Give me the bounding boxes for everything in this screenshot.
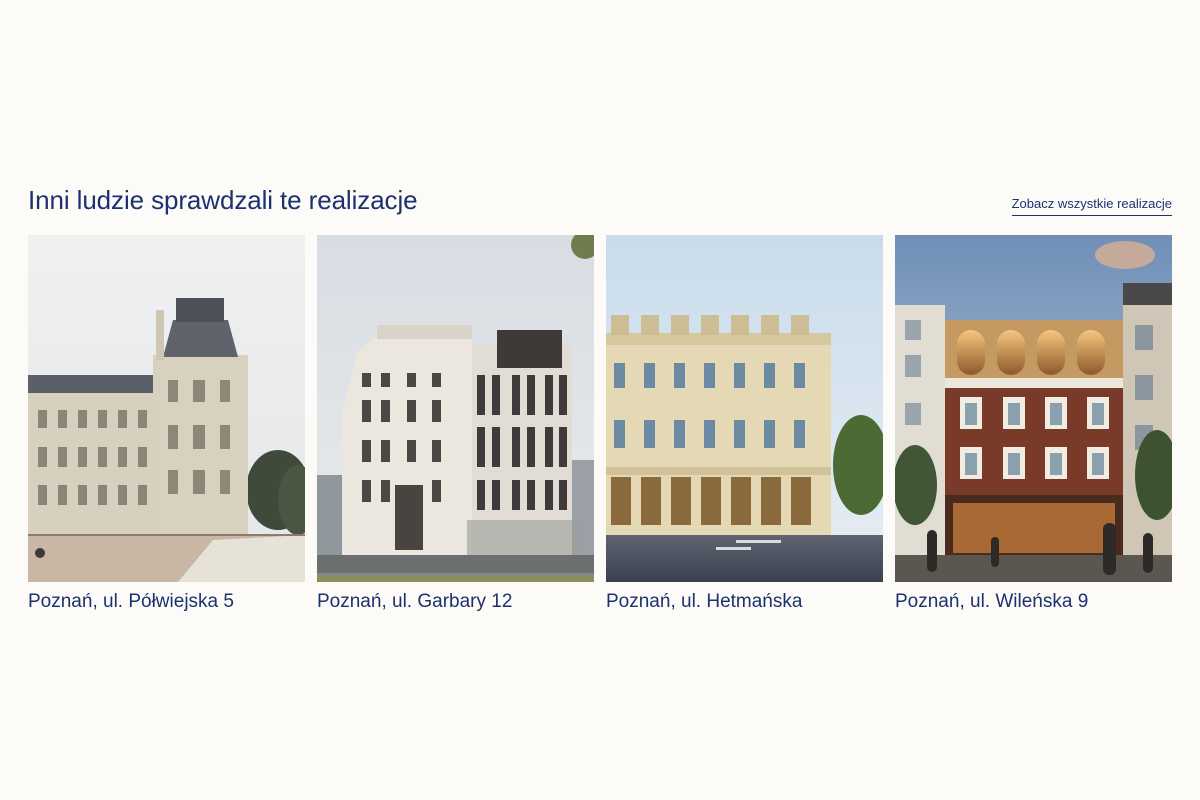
section-title: Inni ludzie sprawdzali te realizacje [28, 185, 418, 215]
project-image[interactable] [606, 235, 883, 582]
project-card[interactable]: Poznań, ul. Półwiejska 5 [28, 235, 305, 614]
project-card[interactable]: Poznań, ul. Garbary 12 [317, 235, 594, 614]
project-card[interactable]: Poznań, ul. Wileńska 9 [895, 235, 1172, 614]
project-image[interactable] [28, 235, 305, 582]
related-projects-section: Inni ludzie sprawdzali te realizacje Zob… [28, 182, 1172, 612]
project-cards: Poznań, ul. Półwiejska 5 Poznań, ul. Gar… [28, 235, 1172, 614]
project-caption[interactable]: Poznań, ul. Półwiejska 5 [28, 590, 305, 614]
see-all-projects-link[interactable]: Zobacz wszystkie realizacje [1011, 196, 1172, 216]
project-caption[interactable]: Poznań, ul. Wileńska 9 [895, 590, 1172, 614]
project-image[interactable] [317, 235, 594, 582]
project-caption[interactable]: Poznań, ul. Garbary 12 [317, 590, 594, 614]
section-header: Inni ludzie sprawdzali te realizacje Zob… [28, 182, 1172, 236]
project-image[interactable] [895, 235, 1172, 582]
project-card[interactable]: Poznań, ul. Hetmańska [606, 235, 883, 614]
project-caption[interactable]: Poznań, ul. Hetmańska [606, 590, 883, 614]
